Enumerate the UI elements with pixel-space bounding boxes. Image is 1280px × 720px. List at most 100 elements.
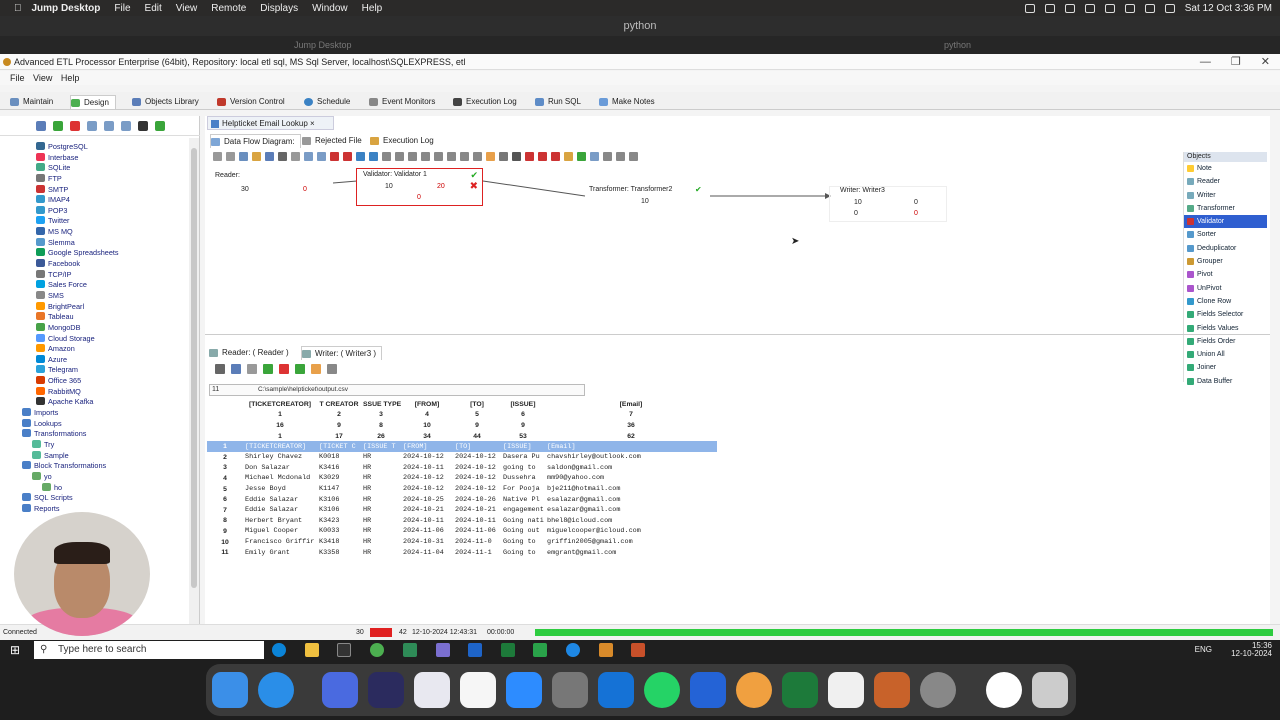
tree-item[interactable]: Amazon: [20, 344, 190, 355]
diagram-tool-icon[interactable]: [265, 152, 274, 161]
diagram-tool-icon[interactable]: [395, 152, 404, 161]
pane-splitter[interactable]: [205, 334, 1270, 338]
diagram-tool-icon[interactable]: [603, 152, 612, 161]
object-item[interactable]: Writer: [1184, 189, 1267, 202]
tree-item[interactable]: SMTP: [20, 184, 190, 196]
object-item[interactable]: Union All: [1184, 348, 1267, 361]
menu-window[interactable]: Window: [312, 3, 348, 14]
menu-view[interactable]: View: [176, 3, 198, 14]
cut-icon[interactable]: [87, 120, 97, 131]
diagram-tool-icon[interactable]: [629, 152, 638, 161]
menu-remote[interactable]: Remote: [211, 3, 246, 14]
diagram-tool-icon[interactable]: [551, 152, 560, 161]
object-item[interactable]: Fields Selector: [1184, 308, 1267, 321]
finder-icon[interactable]: [212, 672, 248, 708]
tree-item[interactable]: Interbase: [20, 152, 190, 164]
safari-icon[interactable]: [258, 672, 294, 708]
tool-icon[interactable]: [599, 643, 613, 657]
tree-item[interactable]: IMAP4: [20, 195, 190, 206]
object-item[interactable]: Reader: [1184, 175, 1267, 188]
windows-start-icon[interactable]: ⊞: [10, 643, 20, 657]
table-row[interactable]: 10 Francisco Griffir K3418 HR 2024-10-31 2024…: [207, 537, 717, 548]
tree-item[interactable]: Apache Kafka: [20, 397, 190, 408]
table-row[interactable]: 1 17 26 34 44 53 62: [207, 431, 717, 442]
tab-python[interactable]: python: [944, 40, 971, 50]
table-row[interactable]: 2 Shirley Chavez K0018 HR 2024-10-12 2024-10-…: [207, 452, 717, 463]
tab-design[interactable]: Design: [70, 95, 116, 109]
outlook-icon[interactable]: [468, 643, 482, 657]
options-icon[interactable]: [327, 364, 337, 374]
diagram-tool-icon[interactable]: [278, 152, 287, 161]
diagram-tool-icon[interactable]: [512, 152, 521, 161]
app-menu[interactable]: Jump Desktop: [32, 3, 101, 14]
clock[interactable]: Sat 12 Oct 3:36 PM: [1185, 3, 1272, 14]
table-row[interactable]: 11 Emily Grant K3358 HR 2024-11-04 2024-11-1 G…: [207, 547, 717, 558]
etl-app-icon[interactable]: [631, 643, 645, 657]
rocket-icon[interactable]: [414, 672, 450, 708]
tab-maintain[interactable]: Maintain: [10, 95, 53, 109]
tree-item[interactable]: Imports: [20, 408, 190, 419]
menu-file[interactable]: File: [114, 3, 130, 14]
gear-icon[interactable]: [1024, 3, 1035, 13]
tab-writer[interactable]: Writer: ( Writer3 ): [301, 346, 383, 360]
delete-icon[interactable]: [70, 120, 80, 131]
menu-view[interactable]: View: [33, 73, 52, 83]
diagram-tool-icon[interactable]: [447, 152, 456, 161]
menu-help[interactable]: Help: [61, 73, 80, 83]
tree-item[interactable]: SMS: [20, 290, 190, 302]
object-item[interactable]: Data Buffer: [1184, 375, 1267, 388]
tab-version-control[interactable]: Version Control: [217, 95, 285, 109]
tree-item[interactable]: Office 365: [20, 376, 190, 387]
close-icon[interactable]: ✕: [1261, 54, 1270, 70]
trash-icon[interactable]: [1032, 672, 1068, 708]
edge-icon[interactable]: [272, 643, 286, 657]
binoculars-icon[interactable]: [138, 120, 148, 131]
chrome-icon[interactable]: [370, 643, 384, 657]
tree-item[interactable]: Azure: [20, 354, 190, 366]
apple-icon[interactable]: : [14, 3, 22, 14]
add-icon[interactable]: [263, 364, 273, 374]
diagram-tool-icon[interactable]: [499, 152, 508, 161]
diagram-tool-icon[interactable]: [590, 152, 599, 161]
tab-event-monitors[interactable]: Event Monitors: [369, 95, 435, 109]
tab-rejected-file[interactable]: Rejected File: [302, 134, 362, 148]
diagram-tool-icon[interactable]: [330, 152, 339, 161]
object-item[interactable]: Joiner: [1184, 361, 1267, 374]
tree-item[interactable]: RabbitMQ: [20, 386, 190, 398]
language-indicator[interactable]: ENG: [1195, 646, 1212, 654]
lock-icon[interactable]: [986, 672, 1022, 708]
transformer-node[interactable]: Transformer: Transformer2 ✔ 10: [585, 185, 710, 214]
diagram-tool-icon[interactable]: [369, 152, 378, 161]
object-item[interactable]: UnPivot: [1184, 282, 1267, 295]
object-item[interactable]: Transformer: [1184, 202, 1267, 215]
delete-icon[interactable]: [279, 364, 289, 374]
table-row[interactable]: 5 Jesse Boyd K1147 HR 2024-10-12 2024-10-12 Fo…: [207, 484, 717, 495]
diagram-tool-icon[interactable]: [538, 152, 547, 161]
whatsapp-icon[interactable]: [644, 672, 680, 708]
tree-item[interactable]: TCP/IP: [20, 269, 190, 281]
restore-icon[interactable]: ❐: [1231, 54, 1241, 70]
grid-icon[interactable]: [311, 364, 321, 374]
tree-item[interactable]: Slemma: [20, 237, 190, 249]
zoom-icon[interactable]: [506, 672, 542, 708]
object-item[interactable]: Grouper: [1184, 255, 1267, 268]
table-row[interactable]: 4 Michael Mcdonald K3029 HR 2024-10-12 2024-1…: [207, 473, 717, 484]
copy-icon[interactable]: [104, 120, 114, 131]
validator-node[interactable]: Validator: Validator 1 ✔ 10 20 ✖ 0: [356, 168, 483, 206]
diagram-tool-icon[interactable]: [382, 152, 391, 161]
settings-icon[interactable]: [920, 672, 956, 708]
video-icon[interactable]: [690, 672, 726, 708]
table-row[interactable]: 1 [TICKETCREATOR] [TICKET C [ISSUE T [FROM][…: [207, 441, 717, 452]
tab-schedule[interactable]: Schedule: [304, 95, 350, 109]
xcode-icon[interactable]: [598, 672, 634, 708]
object-item[interactable]: Note: [1184, 162, 1267, 175]
tree-item[interactable]: Reports: [20, 503, 190, 515]
tools-icon[interactable]: [552, 672, 588, 708]
table-row[interactable]: 8 Herbert Bryant K3423 HR 2024-10-11 2024-10-…: [207, 516, 717, 527]
app-icon[interactable]: [403, 643, 417, 657]
diagram-tool-icon[interactable]: [421, 152, 430, 161]
tree-item[interactable]: Block Transformations: [20, 461, 190, 472]
taskbar-search[interactable]: ⚲ Type here to search: [34, 641, 264, 659]
diagram-tool-icon[interactable]: [460, 152, 469, 161]
record-icon[interactable]: [1064, 3, 1075, 13]
